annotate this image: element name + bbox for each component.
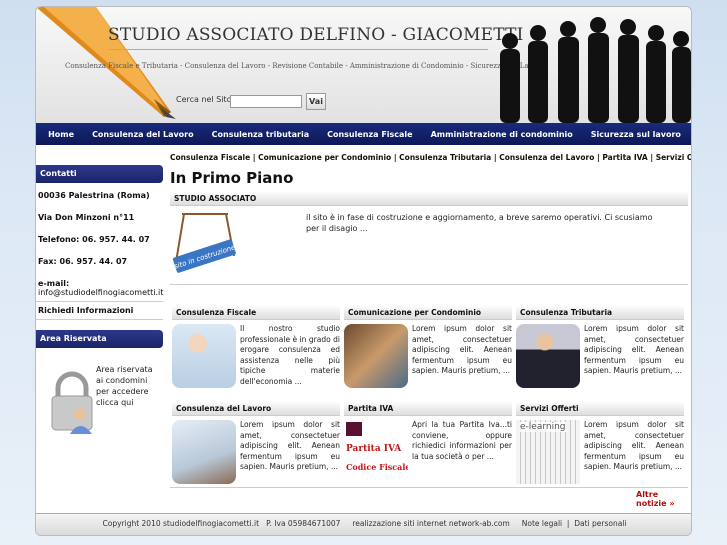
thumb-text-codice-fiscale: Codice Fiscale <box>346 462 408 472</box>
nav-consulenza-tributaria[interactable]: Consulenza tributaria <box>203 130 318 139</box>
card-comunicazione-condominio[interactable]: Comunicazione per Condominio Lorem ipsum… <box>344 305 512 388</box>
card-text: Apri la tua Partita Iva...ti conviene, o… <box>412 420 512 461</box>
card-thumbnail-elearning: e-learning <box>516 420 580 484</box>
sidebar-divider <box>36 301 163 302</box>
address-city: 00036 Palestrina (Roma) <box>38 191 150 200</box>
nav-sicurezza-lavoro[interactable]: Sicurezza sul lavoro <box>582 130 690 139</box>
card-title[interactable]: Comunicazione per Condominio <box>344 305 512 320</box>
featured-title: STUDIO ASSOCIATO <box>170 191 688 206</box>
padlock-user-icon <box>51 371 93 434</box>
card-thumbnail-woman-laptop <box>172 324 236 388</box>
featured-text: il sito è in fase di costruzione e aggio… <box>306 213 653 233</box>
contatti-header: Contatti <box>36 165 163 183</box>
richiedi-informazioni-link[interactable]: Richiedi Informazioni <box>36 306 163 315</box>
card-text: Lorem ipsum dolor sit amet, consectetuer… <box>584 420 684 471</box>
thumb-text-partita-iva: Partita IVA <box>346 444 402 454</box>
sub-navigation[interactable]: Consulenza Fiscale | Comunicazione per C… <box>170 153 691 162</box>
nav-consulenza-lavoro[interactable]: Consulenza del Lavoro <box>83 130 203 139</box>
featured-divider <box>170 284 688 285</box>
card-partita-iva[interactable]: Partita IVA Partita IVA Codice Fiscale A… <box>344 401 512 484</box>
card-thumbnail-partita-iva: Partita IVA Codice Fiscale <box>344 420 408 484</box>
card-consulenza-lavoro[interactable]: Consulenza del Lavoro Lorem ipsum dolor … <box>172 401 340 484</box>
card-text: Il nostro studio professionale è in grad… <box>240 324 340 386</box>
footer-piva: P. Iva 05984671007 <box>266 519 341 528</box>
card-title[interactable]: Consulenza Fiscale <box>172 305 340 320</box>
nav-home[interactable]: Home <box>39 130 83 139</box>
search-button[interactable]: Vai <box>306 93 326 110</box>
nav-amministrazione-condominio[interactable]: Amministrazione di condominio <box>422 130 582 139</box>
card-thumbnail-businessman <box>516 324 580 388</box>
sidebar-divider <box>36 319 163 320</box>
site-title: STUDIO ASSOCIATO DELFINO - GIACOMETTI <box>108 25 524 45</box>
card-text: Lorem ipsum dolor sit amet, consectetuer… <box>584 324 684 375</box>
under-construction-sign: sito in costruzione <box>172 213 236 273</box>
altre-notizie-link[interactable]: Altre notizie » <box>636 490 691 508</box>
phone-number: Telefono: 06. 957. 44. 07 <box>38 235 150 244</box>
card-title[interactable]: Partita IVA <box>344 401 512 416</box>
footer-realizzazione-link[interactable]: realizzazione siti internet network-ab.c… <box>352 519 510 528</box>
nav-consulenza-fiscale[interactable]: Consulenza Fiscale <box>318 130 422 139</box>
search-input[interactable] <box>230 95 302 108</box>
main-content: Consulenza Fiscale | Comunicazione per C… <box>170 153 691 488</box>
footer: Copyright 2010 studiodelfinogiacometti.i… <box>36 513 691 535</box>
fax-number: Fax: 06. 957. 44. 07 <box>38 257 128 266</box>
email-link[interactable]: info@studiodelfinogiacometti.it <box>36 288 163 297</box>
main-nav: Home Consulenza del Lavoro Consulenza tr… <box>36 123 691 145</box>
page-container: STUDIO ASSOCIATO DELFINO - GIACOMETTI Co… <box>35 6 692 536</box>
footer-note-legali-link[interactable]: Note legali <box>522 519 562 528</box>
email-label: e-mail: <box>38 279 70 288</box>
area-riservata-text[interactable]: Area riservata ai condomini per accedere… <box>96 364 162 408</box>
card-consulenza-fiscale[interactable]: Consulenza Fiscale Il nostro studio prof… <box>172 305 340 388</box>
content-divider <box>170 487 688 488</box>
address-street: Via Don Minzoni n°11 <box>38 213 135 222</box>
card-thumbnail-team-laptop <box>172 420 236 484</box>
logo-square <box>346 422 362 436</box>
card-text: Lorem ipsum dolor sit amet, consectetuer… <box>240 420 340 471</box>
card-thumbnail-meeting <box>344 324 408 388</box>
thumb-text-elearning: e-learning <box>520 422 566 432</box>
card-title[interactable]: Servizi Offerti <box>516 401 684 416</box>
card-title[interactable]: Consulenza del Lavoro <box>172 401 340 416</box>
card-consulenza-tributaria[interactable]: Consulenza Tributaria Lorem ipsum dolor … <box>516 305 684 388</box>
card-text: Lorem ipsum dolor sit amet, consectetuer… <box>412 324 512 375</box>
header: STUDIO ASSOCIATO DELFINO - GIACOMETTI Co… <box>36 7 691 123</box>
business-people-silhouettes <box>500 17 691 123</box>
search-label: Cerca nel Sito <box>176 95 232 104</box>
title-divider <box>108 49 488 50</box>
card-title[interactable]: Consulenza Tributaria <box>516 305 684 320</box>
footer-dati-personali-link[interactable]: Dati personali <box>574 519 626 528</box>
footer-copyright: Copyright 2010 studiodelfinogiacometti.i… <box>102 519 260 528</box>
card-servizi-offerti[interactable]: Servizi Offerti e-learning Lorem ipsum d… <box>516 401 684 484</box>
page-heading: In Primo Piano <box>170 169 294 187</box>
site-tagline: Consulenza Fiscale e Tributaria - Consul… <box>65 62 545 70</box>
area-riservata-header: Area Riservata <box>36 330 163 348</box>
sidebar: Contatti 00036 Palestrina (Roma) Via Don… <box>36 165 163 438</box>
